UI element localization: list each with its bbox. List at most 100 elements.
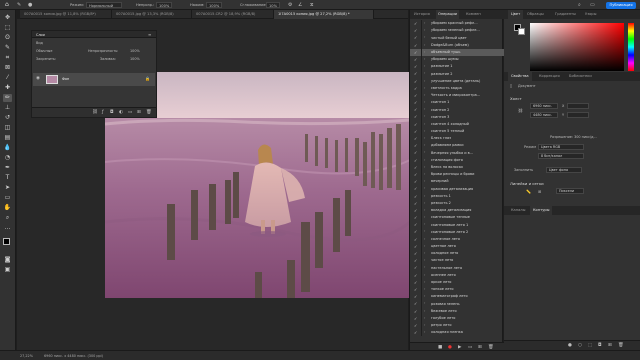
eye-icon[interactable]: ◉: [36, 76, 40, 81]
settings-icon[interactable]: ⚙: [288, 2, 292, 8]
action-item[interactable]: ✓ › вкладка детализация: [410, 206, 504, 215]
action-item[interactable]: ✓ › Четкость и микроконтра...: [410, 91, 504, 100]
type-tool-icon[interactable]: T: [3, 174, 12, 182]
checkmark-icon[interactable]: ✓: [414, 21, 418, 26]
trash-icon[interactable]: 🗑: [146, 110, 152, 115]
chevron-right-icon[interactable]: ›: [424, 57, 425, 61]
chevron-right-icon[interactable]: ›: [424, 280, 425, 284]
checkmark-icon[interactable]: ✓: [414, 194, 418, 199]
checkmark-icon[interactable]: ✓: [414, 64, 418, 69]
chevron-right-icon[interactable]: ›: [424, 28, 425, 32]
chevron-right-icon[interactable]: ›: [424, 129, 425, 133]
height-field[interactable]: 4480 пикс.: [530, 112, 558, 118]
chevron-right-icon[interactable]: ›: [424, 330, 425, 334]
chevron-right-icon[interactable]: ›: [424, 201, 425, 205]
chevron-right-icon[interactable]: ›: [424, 287, 425, 291]
checkmark-icon[interactable]: ✓: [414, 107, 418, 112]
action-item[interactable]: ✓ › тонкое лето: [410, 285, 504, 294]
chevron-right-icon[interactable]: ›: [424, 194, 425, 198]
chevron-right-icon[interactable]: ›: [424, 258, 425, 262]
layer-opacity-value[interactable]: 100%: [130, 49, 140, 53]
stroke-path-icon[interactable]: ○: [578, 343, 582, 348]
fill-select[interactable]: Цвет фона: [546, 167, 582, 173]
checkmark-icon[interactable]: ✓: [414, 143, 418, 148]
opacity-field[interactable]: 100%: [156, 2, 172, 8]
chevron-right-icon[interactable]: ›: [424, 21, 425, 25]
action-item[interactable]: ✓ › брови ресницы и брови: [410, 170, 504, 179]
checkmark-icon[interactable]: ✓: [414, 122, 418, 127]
layers-filter-row[interactable]: Вид: [34, 41, 154, 47]
checkmark-icon[interactable]: ✓: [414, 316, 418, 321]
layers-panel-header[interactable]: Слои ≡: [32, 31, 156, 38]
tab-doc-2[interactable]: 007A0015.jpg @ 13,3% (RGB/8): [112, 10, 192, 19]
eyedropper-tool-icon[interactable]: ⁄: [3, 74, 12, 82]
tab-patterns[interactable]: Узоры: [582, 10, 599, 19]
stamp-tool-icon[interactable]: ⊥: [3, 104, 12, 112]
selection-path-icon[interactable]: ⬚: [588, 343, 592, 348]
checkmark-icon[interactable]: ✓: [414, 150, 418, 155]
action-item[interactable]: ✓ › улучшение цвета (деталь): [410, 77, 504, 85]
action-item[interactable]: ✓ › цветное лето: [410, 242, 504, 250]
history-brush-tool-icon[interactable]: ↺: [3, 114, 12, 122]
chevron-right-icon[interactable]: ›: [424, 86, 425, 90]
checkmark-icon[interactable]: ✓: [414, 93, 418, 98]
action-item[interactable]: ✓ › кинематограф лето: [410, 293, 504, 301]
chevron-right-icon[interactable]: ›: [424, 43, 425, 47]
mask-icon[interactable]: ◘: [110, 110, 114, 115]
checkmark-icon[interactable]: ✓: [414, 201, 418, 206]
chevron-right-icon[interactable]: ›: [424, 143, 425, 147]
action-item[interactable]: ✓ › холодное лето: [410, 250, 504, 258]
y-field[interactable]: [567, 112, 589, 118]
hue-slider[interactable]: [628, 23, 634, 71]
width-field[interactable]: 6960 пикс.: [530, 103, 558, 109]
zoom-tool-icon[interactable]: ⌕: [3, 214, 12, 222]
tab-libraries[interactable]: Библиотеки: [566, 72, 595, 81]
checkmark-icon[interactable]: ✓: [414, 129, 418, 134]
zoom-level[interactable]: 27,22%: [20, 354, 33, 358]
grid-icon[interactable]: ⊞: [538, 189, 541, 194]
chevron-right-icon[interactable]: ›: [424, 251, 425, 255]
checkmark-icon[interactable]: ✓: [414, 28, 418, 33]
workspace-icon[interactable]: ▭: [590, 2, 595, 8]
action-item[interactable]: ✓ › блеск на волосах: [410, 163, 504, 171]
color-picker-field[interactable]: [530, 23, 624, 71]
chevron-right-icon[interactable]: ›: [424, 265, 425, 269]
action-item[interactable]: ✓ › размытие 1: [410, 63, 504, 71]
chevron-right-icon[interactable]: ›: [424, 100, 425, 104]
symmetry-icon[interactable]: ⧖: [310, 2, 314, 8]
tab-actions[interactable]: Операции: [436, 10, 459, 19]
checkmark-icon[interactable]: ✓: [414, 158, 418, 163]
new-set-icon[interactable]: ▭: [468, 345, 472, 350]
tab-swatches[interactable]: Образцы: [524, 10, 547, 19]
gradient-tool-icon[interactable]: ▤: [3, 134, 12, 142]
action-item[interactable]: ✓ › красивая детализация: [410, 185, 504, 193]
action-item[interactable]: ✓ › Блеск глаз: [410, 135, 504, 143]
checkmark-icon[interactable]: ✓: [414, 309, 418, 314]
folder-icon[interactable]: ▭: [128, 110, 132, 115]
action-item[interactable]: ✓ › яркое лето: [410, 278, 504, 286]
checkmark-icon[interactable]: ✓: [414, 186, 418, 191]
tab-doc-1[interactable]: 007A0015 копия.jpg @ 11,8% (RGB/8*): [20, 10, 112, 19]
healing-tool-icon[interactable]: ✚: [3, 84, 12, 92]
chevron-right-icon[interactable]: ›: [424, 309, 425, 313]
shape-tool-icon[interactable]: ▭: [3, 194, 12, 202]
action-item[interactable]: ✓ › скинтон 1: [410, 99, 504, 107]
screen-mode-icon[interactable]: ▣: [3, 266, 12, 274]
tab-channels[interactable]: Каналы: [508, 206, 528, 215]
mask-path-icon[interactable]: ◘: [598, 343, 602, 348]
chevron-right-icon[interactable]: ›: [424, 79, 425, 83]
link-dimensions-icon[interactable]: ⛓: [518, 108, 523, 113]
tab-doc-active[interactable]: 1I7A0015 копия.jpg @ 27,2% (RGB/8) *: [274, 10, 374, 19]
action-item[interactable]: ✓ › чистый белый цвет: [410, 34, 504, 42]
hand-tool-icon[interactable]: ✋: [3, 204, 12, 212]
chevron-right-icon[interactable]: ›: [424, 114, 425, 118]
chevron-right-icon[interactable]: ›: [424, 71, 425, 75]
chevron-right-icon[interactable]: ›: [424, 50, 425, 54]
play-icon[interactable]: ▶: [458, 345, 461, 350]
checkmark-icon[interactable]: ✓: [414, 50, 418, 55]
path-select-tool-icon[interactable]: ➤: [3, 184, 12, 192]
foreground-color-swatch[interactable]: [3, 238, 10, 245]
action-item[interactable]: ✓ › резкость 1: [410, 192, 504, 200]
quick-mask-icon[interactable]: ◙: [3, 256, 12, 264]
checkmark-icon[interactable]: ✓: [414, 165, 418, 170]
